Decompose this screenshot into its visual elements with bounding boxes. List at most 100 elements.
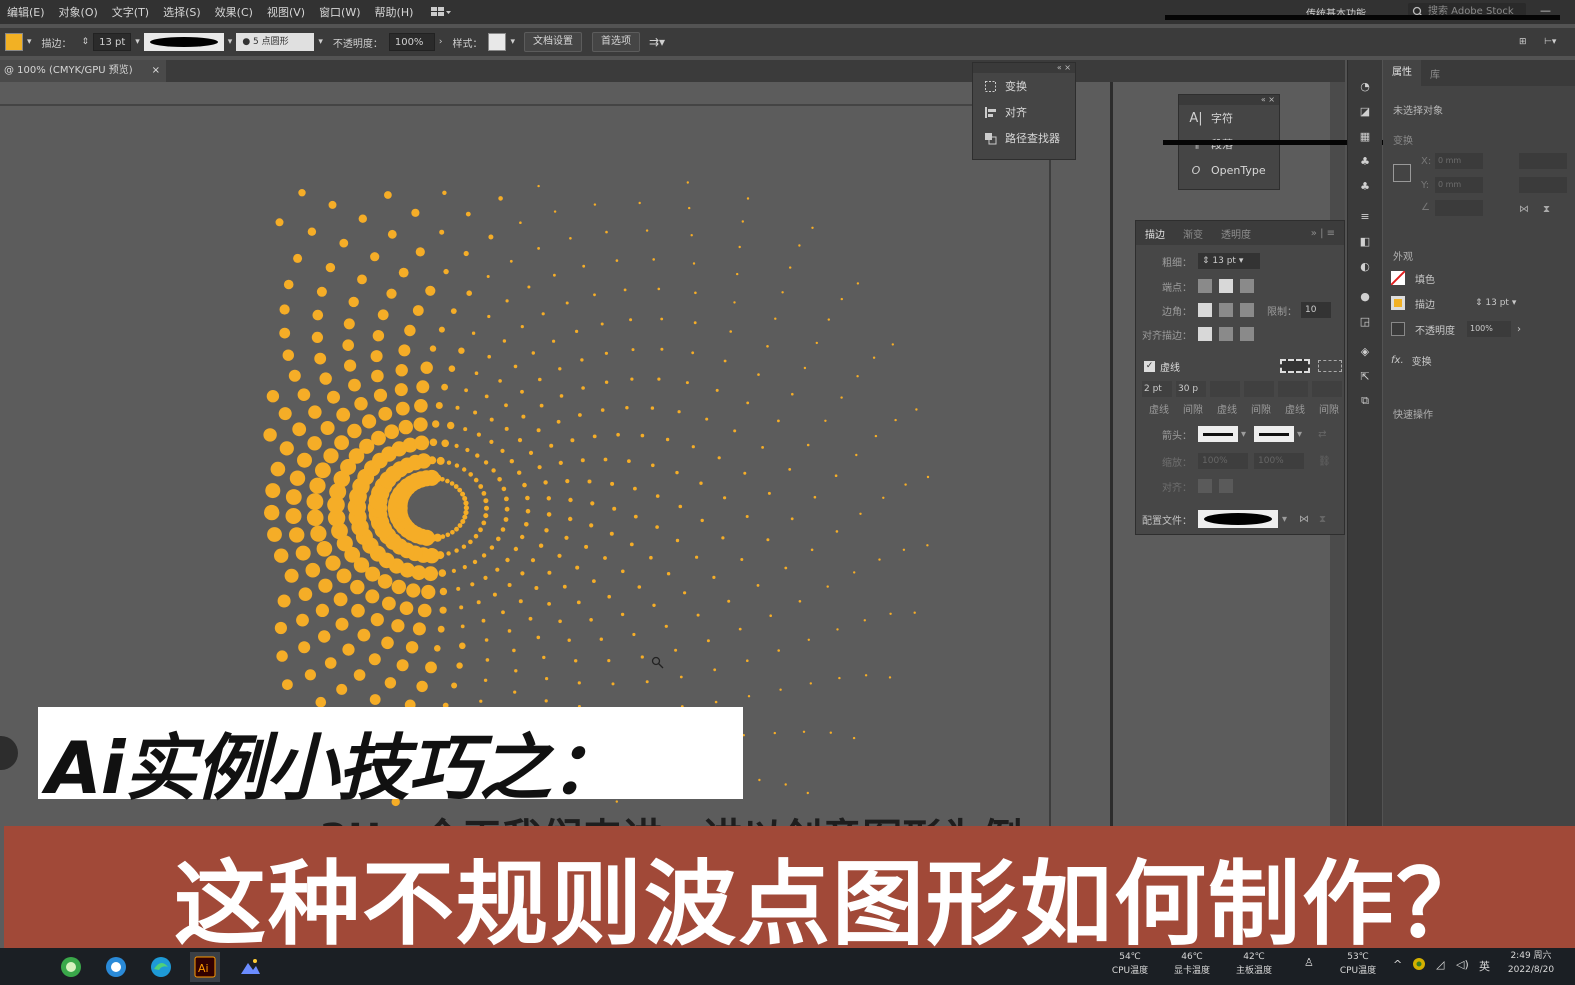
chevron-down-icon[interactable]: ▾ <box>510 37 515 47</box>
end-scale-field[interactable]: 100% <box>1254 453 1304 469</box>
flip-along-icon[interactable]: ⧗ <box>1319 514 1326 525</box>
artboards-icon[interactable]: ⧉ <box>1355 393 1375 409</box>
chevron-right-icon[interactable]: › <box>439 37 443 47</box>
panel-item-align[interactable]: 对齐 <box>973 99 1075 125</box>
chevron-down-icon[interactable]: ▾ <box>318 37 323 47</box>
align-outside-icon[interactable] <box>1240 327 1254 341</box>
menu-view[interactable]: 视图(V) <box>260 4 312 20</box>
start-scale-field[interactable]: 100% <box>1198 453 1248 469</box>
brush-definition[interactable]: ● 5 点圆形 <box>236 33 315 51</box>
stroke-icon[interactable]: ≡ <box>1355 208 1375 224</box>
panel-menu-icon[interactable]: ⊞ <box>1519 37 1527 47</box>
tab-libraries[interactable]: 库 <box>1421 66 1449 81</box>
dash-1-field[interactable]: 2 pt <box>1142 381 1172 397</box>
appearance-opacity-row[interactable]: 不透明度 100% › <box>1391 319 1571 339</box>
network-icon[interactable]: ◿ <box>1436 958 1444 971</box>
app-edge-icon[interactable] <box>146 952 176 982</box>
appearance-stroke-weight[interactable]: ⇕ 13 pt ▾ <box>1475 298 1516 308</box>
menu-object[interactable]: 对象(O) <box>52 4 105 20</box>
app-360-browser-icon[interactable] <box>56 952 86 982</box>
symbols-icon[interactable]: ♣ <box>1355 153 1375 169</box>
panel-item-opentype[interactable]: O OpenType <box>1179 157 1279 183</box>
arrow-extend-icon[interactable] <box>1198 479 1212 493</box>
graphic-style-swatch[interactable] <box>488 33 507 51</box>
graphic-styles-icon[interactable]: ◲ <box>1355 313 1375 329</box>
menu-edit[interactable]: 编辑(E) <box>0 4 52 20</box>
stroke-weight-field[interactable]: 13 pt <box>93 33 132 51</box>
dash-3-field[interactable] <box>1278 381 1308 397</box>
gradient-icon[interactable]: ◧ <box>1355 233 1375 249</box>
chevron-up-icon[interactable]: ^ <box>1393 958 1402 971</box>
clock[interactable]: 2:49 周六 2022/8/20 <box>1498 949 1564 977</box>
rotate-field[interactable] <box>1435 200 1483 216</box>
transparency-icon[interactable]: ◐ <box>1355 258 1375 274</box>
document-tab[interactable]: @ 100% (CMYK/GPU 预览) × <box>0 60 166 82</box>
panel-header[interactable]: « × <box>973 63 1075 73</box>
app-illustrator-icon[interactable]: Ai <box>190 952 220 982</box>
panel-item-pathfinder[interactable]: 路径查找器 <box>973 125 1075 151</box>
menu-help[interactable]: 帮助(H) <box>368 4 421 20</box>
fill-none-icon[interactable] <box>1391 271 1405 285</box>
panel-item-character[interactable]: A| 字符 <box>1179 105 1279 131</box>
x-field[interactable]: 0 mm <box>1435 153 1483 169</box>
panel-menu-icon[interactable]: » | ≡ <box>1302 228 1344 239</box>
menu-window[interactable]: 窗口(W) <box>312 4 367 20</box>
arrange-documents-icon[interactable] <box>430 5 452 19</box>
chevron-right-icon[interactable]: › <box>1517 324 1521 335</box>
volume-icon[interactable]: ◁) <box>1456 958 1469 971</box>
profile-select[interactable] <box>1198 510 1278 528</box>
limit-field[interactable]: 10 <box>1301 302 1331 318</box>
bevel-join-icon[interactable] <box>1240 303 1254 317</box>
menu-select[interactable]: 选择(S) <box>156 4 208 20</box>
weight-field[interactable]: ⇕ 13 pt ▾ <box>1198 253 1260 269</box>
tab-gradient[interactable]: 渐变 <box>1174 226 1212 241</box>
height-field[interactable] <box>1519 177 1567 193</box>
menu-type[interactable]: 文字(T) <box>105 4 156 20</box>
chevron-down-icon[interactable]: ▾ <box>228 37 233 47</box>
chevron-down-icon[interactable]: ▾ <box>1241 429 1246 440</box>
gap-2-field[interactable] <box>1244 381 1274 397</box>
align-inside-icon[interactable] <box>1219 327 1233 341</box>
preferences-button[interactable]: 首选项 <box>591 32 640 52</box>
close-icon[interactable]: × <box>152 60 160 82</box>
dash-preserve-icon[interactable] <box>1280 359 1310 373</box>
toolbar-options-icon[interactable]: ⊢▾ <box>1544 37 1556 47</box>
panel-header[interactable]: « × <box>1179 95 1279 105</box>
variable-width-profile[interactable] <box>143 33 224 51</box>
round-join-icon[interactable] <box>1219 303 1233 317</box>
chevron-down-icon[interactable]: ▾ <box>1297 429 1302 440</box>
appearance-stroke-row[interactable]: 描边 ⇕ 13 pt ▾ <box>1391 293 1571 313</box>
color-guide-icon[interactable]: ◔ <box>1355 78 1375 94</box>
chevron-down-icon[interactable]: ▾ <box>1282 514 1287 525</box>
menu-effect[interactable]: 效果(C) <box>208 4 260 20</box>
panel-item-transform[interactable]: 变换 <box>973 73 1075 99</box>
dashed-checkbox[interactable]: ✓ <box>1144 360 1155 372</box>
fill-swatch[interactable] <box>5 33 23 51</box>
app-photos-icon[interactable] <box>235 952 265 982</box>
opacity-field[interactable]: 100% <box>388 33 435 51</box>
butt-cap-icon[interactable] <box>1198 279 1212 293</box>
width-field[interactable] <box>1519 153 1567 169</box>
miter-join-icon[interactable] <box>1198 303 1212 317</box>
fx-row[interactable]: fx. 变换 <box>1391 350 1571 370</box>
stepper-icon[interactable]: ⇕ <box>82 37 90 47</box>
ime-indicator[interactable]: 英 <box>1479 958 1490 974</box>
align-center-icon[interactable] <box>1198 327 1212 341</box>
dash-2-field[interactable] <box>1210 381 1240 397</box>
swatches-icon[interactable]: ◪ <box>1355 103 1375 119</box>
flip-vertical-icon[interactable]: ⧗ <box>1543 204 1550 215</box>
arrange-icon[interactable]: ⇉▾ <box>649 35 665 49</box>
swap-arrowheads-icon[interactable]: ⇄ <box>1318 429 1326 440</box>
appearance-icon[interactable]: ● <box>1355 288 1375 304</box>
user-icon[interactable]: ♙ <box>1304 956 1314 969</box>
link-scale-icon[interactable]: ⛓ <box>1318 456 1331 467</box>
square-cap-icon[interactable] <box>1240 279 1254 293</box>
layers-icon[interactable]: ◈ <box>1355 343 1375 359</box>
tab-transparency[interactable]: 透明度 <box>1212 226 1260 241</box>
tab-stroke[interactable]: 描边 <box>1136 226 1174 241</box>
app-browser-icon[interactable] <box>101 952 131 982</box>
document-setup-button[interactable]: 文档设置 <box>523 32 582 52</box>
y-field[interactable]: 0 mm <box>1435 177 1483 193</box>
gap-1-field[interactable]: 30 p <box>1176 381 1206 397</box>
symbol-library-icon[interactable]: ♣ <box>1355 178 1375 194</box>
